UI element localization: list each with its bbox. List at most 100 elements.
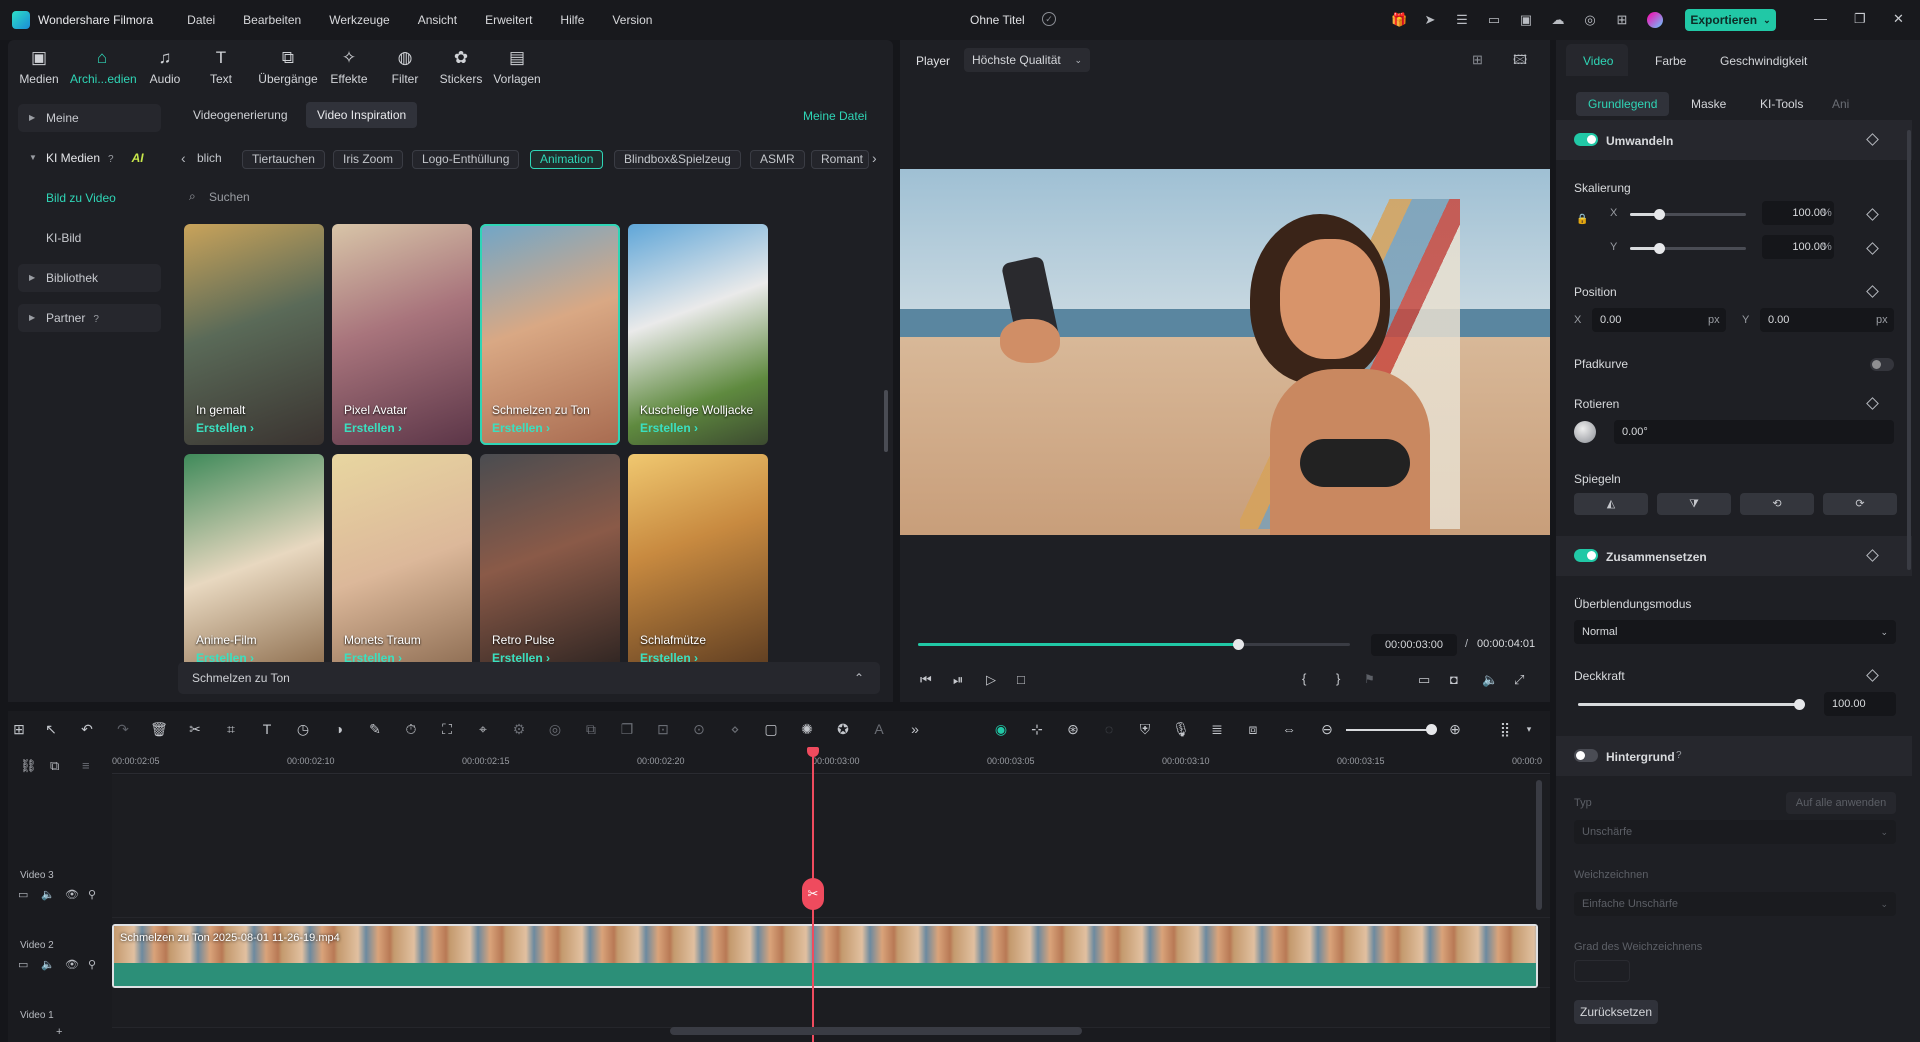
image-icon[interactable]: 🖾 <box>1513 51 1527 73</box>
restore-icon[interactable]: ❐ <box>1854 11 1866 27</box>
layout-grid-icon[interactable]: ⊞ <box>10 720 28 738</box>
motion-icon[interactable]: ⊙ <box>690 720 708 738</box>
fit-icon[interactable]: ⇔ <box>1280 720 1298 738</box>
rotation-input[interactable]: 0.00° <box>1614 420 1894 444</box>
render-preview-icon[interactable]: ◌ <box>1100 720 1118 738</box>
zoom-slider[interactable] <box>1346 729 1430 731</box>
snapshot-icon[interactable]: ◘ <box>1450 672 1458 687</box>
picture-in-picture-icon[interactable]: ⧈ <box>1244 720 1262 738</box>
color-icon[interactable]: ◑ <box>330 720 348 738</box>
add-icon[interactable]: + <box>56 1026 62 1038</box>
scale-x-handle[interactable] <box>1654 209 1665 220</box>
sidebar-item-ki-bild[interactable]: KI-Bild <box>18 224 161 252</box>
menu-erweitert[interactable]: Erweitert <box>485 13 532 27</box>
create-link[interactable]: Erstellen › <box>196 421 254 435</box>
create-link[interactable]: Erstellen › <box>344 421 402 435</box>
zoom-out-icon[interactable]: ⊖ <box>1318 720 1336 738</box>
step-forward-icon[interactable]: ⏯ <box>953 672 963 688</box>
lock-track-icon[interactable]: ⚲ <box>88 888 96 901</box>
template-card[interactable]: In gemalt Erstellen › <box>184 224 324 445</box>
ai-edit-icon[interactable]: ✎ <box>366 720 384 738</box>
speed-icon[interactable]: ◷ <box>294 720 312 738</box>
chevron-left-icon[interactable]: ‹ <box>181 150 186 166</box>
tab-text[interactable]: T Text <box>194 48 248 86</box>
template-card-selected[interactable]: Schmelzen zu Ton Erstellen › <box>480 224 620 445</box>
minimize-icon[interactable]: — <box>1814 11 1827 26</box>
tasks-icon[interactable]: ☰ <box>1454 12 1470 28</box>
group-icon[interactable]: ⊡ <box>654 720 672 738</box>
chevron-down-icon[interactable]: ▾ <box>1520 720 1538 738</box>
chip-blindbox[interactable]: Blindbox&Spielzeug <box>614 150 741 169</box>
chevron-right-icon[interactable]: › <box>872 150 877 166</box>
cloud-icon[interactable]: ☁ <box>1550 12 1566 28</box>
headset-icon[interactable]: ◎ <box>1582 12 1598 28</box>
tab-uebergaenge[interactable]: ⧉ Übergänge <box>256 48 320 86</box>
mic-icon[interactable]: 🎙 <box>1172 720 1190 738</box>
sidebar-item-bibliothek[interactable]: ▶ Bibliothek <box>18 264 161 292</box>
eye-icon[interactable]: 👁 <box>65 958 79 971</box>
tab-filter[interactable]: ◍ Filter <box>378 48 432 86</box>
layout-icon[interactable]: ▭ <box>1486 12 1502 28</box>
menu-bearbeiten[interactable]: Bearbeiten <box>243 13 301 27</box>
zusammensetzen-toggle[interactable] <box>1574 549 1598 562</box>
blur-level-input[interactable] <box>1574 960 1630 982</box>
folder-icon[interactable]: ▭ <box>18 958 28 971</box>
ai-effect-icon[interactable]: ✺ <box>798 720 816 738</box>
my-file-link[interactable]: Meine Datei <box>803 109 867 123</box>
link-icon[interactable]: ⛓ <box>20 758 37 774</box>
sidebar-item-partner[interactable]: ▶ Partner? <box>18 304 161 332</box>
props-scrollbar[interactable] <box>1907 130 1911 570</box>
rotate-right-button[interactable]: ⟳ <box>1823 493 1897 515</box>
split-icon[interactable]: ✂ <box>186 720 204 738</box>
shield-icon[interactable]: ⛨ <box>1136 720 1154 738</box>
pos-y-input[interactable]: 0.00 <box>1760 308 1894 332</box>
typ-select[interactable]: Unschärfe ⌄ <box>1574 820 1896 844</box>
tab-farbe[interactable]: Farbe <box>1655 54 1686 68</box>
crop-icon[interactable]: ⌗ <box>222 720 240 738</box>
tab-medien[interactable]: ▣ Medien <box>12 48 66 86</box>
rotate-left-button[interactable]: ⟲ <box>1740 493 1814 515</box>
chip-logo-enthuellung[interactable]: Logo-Enthüllung <box>412 150 520 169</box>
stack-icon[interactable]: ⧉ <box>582 720 600 738</box>
chip-tiertauchen[interactable]: Tiertauchen <box>242 150 325 169</box>
avatar[interactable] <box>1647 12 1663 28</box>
eye-icon[interactable]: 👁 <box>65 888 79 901</box>
weichzeichnen-select[interactable]: Einfache Unschärfe ⌄ <box>1574 892 1896 916</box>
mark-in-icon[interactable]: { <box>1302 671 1306 686</box>
marker-icon[interactable]: ⚑ <box>1364 672 1375 686</box>
opacity-input[interactable]: 100.00 <box>1824 692 1896 716</box>
template-card[interactable]: Kuschelige Wolljacke Erstellen › <box>628 224 768 445</box>
video-preview[interactable] <box>900 169 1550 535</box>
select-tool-icon[interactable]: ↖ <box>42 720 60 738</box>
volume-icon[interactable]: 🔈 <box>1482 672 1498 688</box>
tab-archiv-medien[interactable]: ⌂ Archi...edien <box>70 48 137 86</box>
track-video-3[interactable] <box>112 775 1550 918</box>
quality-select[interactable]: Höchste Qualität ⌄ <box>964 48 1090 72</box>
umwandeln-toggle[interactable] <box>1574 133 1598 146</box>
save-icon[interactable]: ▣ <box>1518 12 1534 28</box>
gift-icon[interactable]: 🎁 <box>1391 12 1407 28</box>
tab-stickers[interactable]: ✿ Stickers <box>434 48 488 86</box>
play-icon[interactable]: ▷ <box>986 672 996 688</box>
tab-video-inspiration[interactable]: Video Inspiration <box>306 102 418 128</box>
hintergrund-toggle[interactable] <box>1574 749 1598 762</box>
track-manage-icon[interactable]: ≡ <box>82 758 90 773</box>
subtab-grundlegend[interactable]: Grundlegend <box>1576 92 1670 116</box>
display-icon[interactable]: ▭ <box>1418 672 1430 688</box>
template-card[interactable]: Anime-Film Erstellen › <box>184 454 324 675</box>
tab-video[interactable]: Video <box>1583 54 1613 68</box>
player-progress-handle[interactable] <box>1232 639 1244 650</box>
search-input[interactable]: Suchen <box>209 190 250 204</box>
adjust-icon[interactable]: ⚙ <box>510 720 528 738</box>
zoom-handle[interactable] <box>1426 724 1437 735</box>
audio-mix-icon[interactable]: ≣ <box>1208 720 1226 738</box>
tab-geschwindigkeit[interactable]: Geschwindigkeit <box>1720 54 1807 68</box>
rotation-dial[interactable] <box>1574 421 1596 443</box>
folder-icon[interactable]: ▭ <box>18 888 28 901</box>
text-tool-icon[interactable]: T <box>258 720 276 738</box>
opacity-handle[interactable] <box>1794 699 1805 710</box>
scissors-icon[interactable]: ✂ <box>802 878 824 910</box>
chevron-up-icon[interactable]: ⌃ <box>854 662 864 694</box>
close-icon[interactable]: ✕ <box>1893 11 1904 27</box>
blend-mode-select[interactable]: Normal ⌄ <box>1574 620 1896 644</box>
